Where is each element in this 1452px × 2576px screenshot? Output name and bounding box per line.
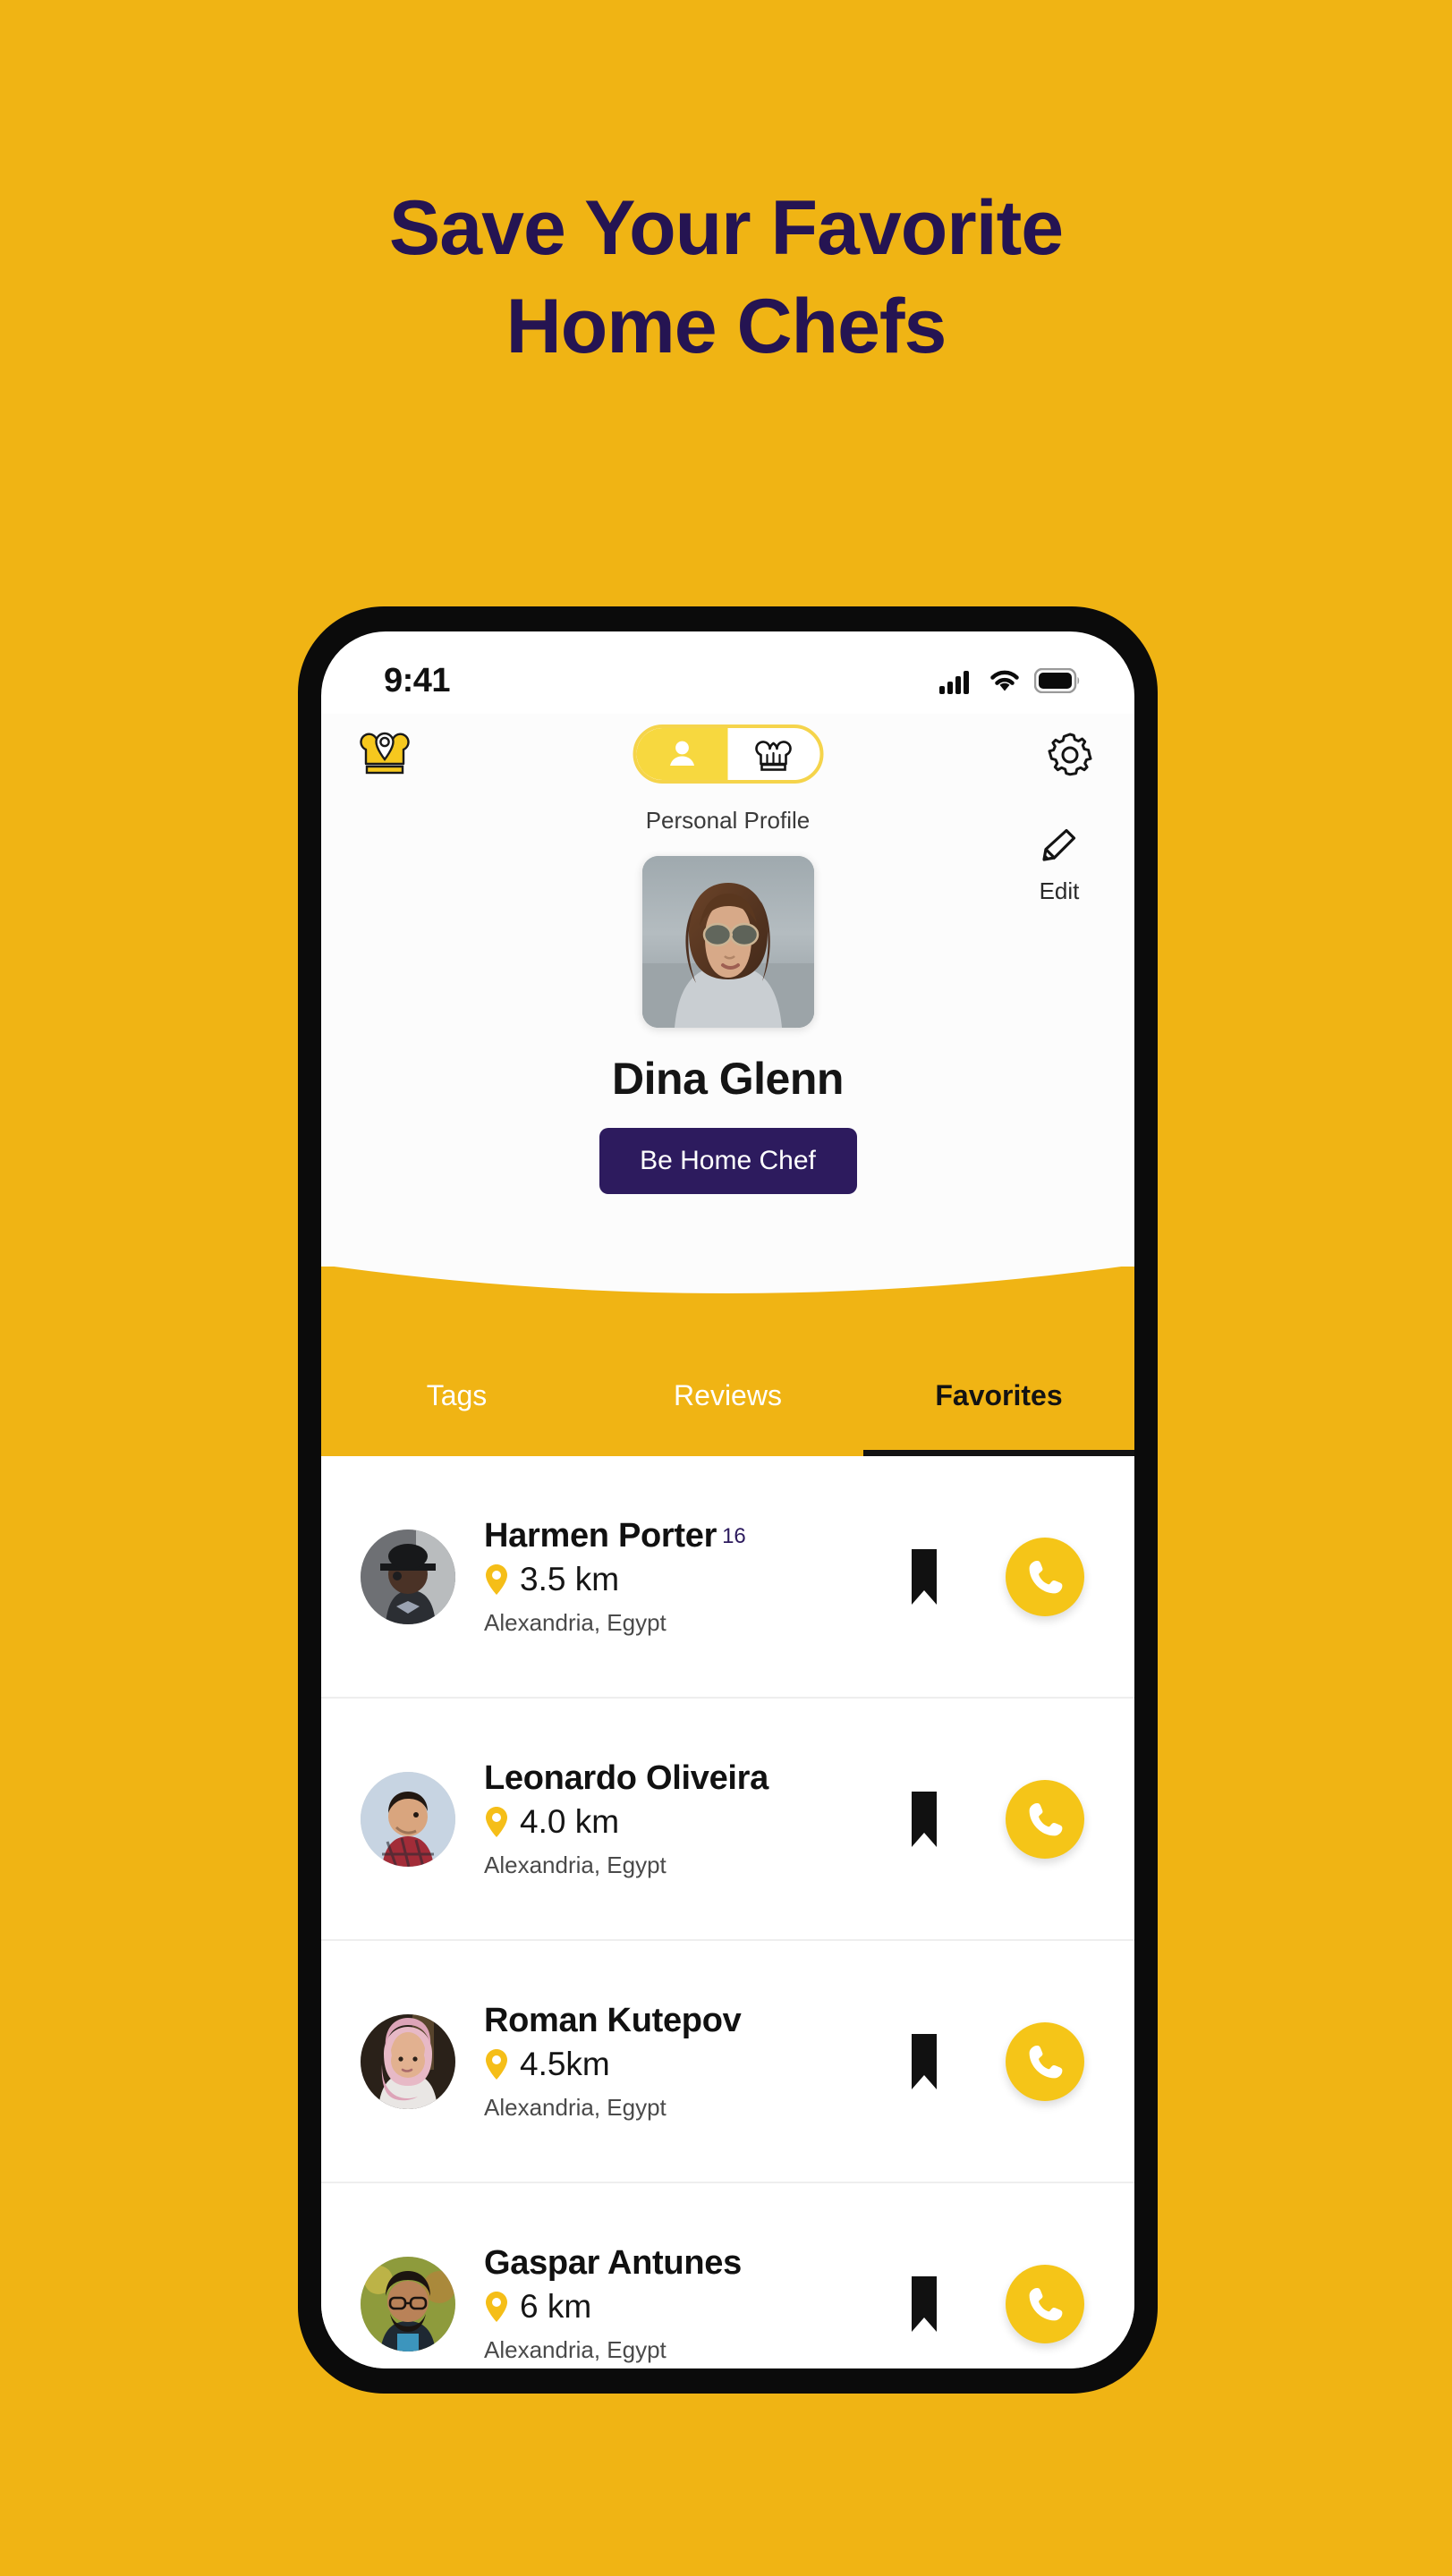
promo-headline-line1: Save Your Favorite — [388, 185, 1064, 271]
app-top-bar — [321, 714, 1134, 794]
location-pin-icon — [486, 1806, 507, 1837]
favorite-info: Harmen Porter 16 3.5 km Alexandria, Egypt — [484, 1517, 896, 1637]
bookmark-filled-icon — [912, 2033, 937, 2089]
profile-role-toggle[interactable] — [633, 724, 823, 784]
favorite-distance-text: 4.5km — [520, 2045, 610, 2082]
bookmark-button[interactable] — [896, 1547, 952, 1606]
call-button[interactable] — [1006, 2264, 1084, 2343]
favorite-name: Leonardo Oliveira — [484, 1758, 768, 1797]
pencil-icon — [1042, 828, 1076, 861]
favorite-distance-text: 6 km — [520, 2287, 592, 2325]
favorite-info: Roman Kutepov 4.5km Alexandria, Egypt — [484, 2002, 896, 2122]
favorite-info: Leonardo Oliveira 4.0 km Alexandria, Egy… — [484, 1759, 896, 1879]
location-pin-icon — [486, 2048, 507, 2080]
favorite-city: Alexandria, Egypt — [484, 2093, 667, 2121]
phone-icon — [1029, 1560, 1063, 1593]
phone-icon — [1029, 1802, 1063, 1835]
avatar-image — [641, 856, 814, 1028]
status-bar-icons — [939, 667, 1081, 694]
bookmark-filled-icon — [912, 1548, 937, 1605]
bookmark-button[interactable] — [896, 1790, 952, 1849]
favorite-row[interactable]: Gaspar Antunes 6 km Alexandria, Egypt — [321, 2183, 1134, 2368]
favorite-distance-text: 4.0 km — [520, 1802, 620, 1840]
edit-profile-button[interactable]: Edit — [1023, 823, 1095, 905]
profile-section: Personal Profile Edit Dina Glenn Be Home… — [321, 714, 1134, 1324]
favorite-distance: 4.0 km — [484, 1803, 896, 1841]
toggle-option-personal[interactable] — [636, 728, 728, 780]
avatar — [361, 1771, 455, 1867]
tabs-section: Tags Reviews Favorites — [321, 1265, 1134, 1456]
favorite-name: Roman Kutepov — [484, 2001, 742, 2039]
avatar — [361, 2256, 455, 2351]
chef-hat-icon — [755, 741, 793, 771]
call-button[interactable] — [1006, 2021, 1084, 2101]
tab-reviews[interactable]: Reviews — [592, 1343, 863, 1456]
phone-frame: 9:41 Personal Profile Edit Dina Glenn Be… — [298, 606, 1158, 2394]
avatar-image — [361, 1771, 455, 1867]
person-icon — [669, 741, 694, 766]
phone-icon — [1029, 2045, 1063, 2078]
tab-bar: Tags Reviews Favorites — [321, 1343, 1134, 1456]
bookmark-button[interactable] — [896, 2032, 952, 2091]
favorite-city: Alexandria, Egypt — [484, 2335, 667, 2363]
location-pin-icon — [486, 1563, 507, 1595]
bookmark-filled-icon — [912, 1791, 937, 1847]
profile-mode-label: Personal Profile — [645, 807, 811, 834]
battery-full-icon — [1034, 668, 1080, 693]
bookmark-filled-icon — [912, 2275, 937, 2332]
call-button[interactable] — [1006, 1537, 1084, 1616]
favorite-row[interactable]: Roman Kutepov 4.5km Alexandria, Egypt — [321, 1941, 1134, 2183]
tab-favorites[interactable]: Favorites — [863, 1343, 1134, 1456]
settings-button[interactable] — [1041, 726, 1099, 784]
profile-avatar — [641, 856, 814, 1028]
favorite-row[interactable]: Harmen Porter 16 3.5 km Alexandria, Egypt — [321, 1456, 1134, 1699]
call-button[interactable] — [1006, 1779, 1084, 1859]
favorite-name: Harmen Porter — [484, 1516, 718, 1555]
favorite-name: Gaspar Antunes — [484, 2243, 742, 2282]
gear-icon — [1048, 733, 1092, 776]
phone-icon — [1029, 2287, 1063, 2320]
bookmark-button[interactable] — [896, 2275, 952, 2334]
favorites-list: Harmen Porter 16 3.5 km Alexandria, Egypt — [321, 1456, 1134, 2368]
avatar-image — [361, 1529, 455, 1624]
avatar-image — [361, 2256, 455, 2351]
wifi-icon — [990, 670, 1019, 691]
avatar — [361, 1529, 455, 1624]
toggle-option-chef[interactable] — [728, 728, 820, 780]
cellular-signal-icon — [939, 671, 969, 694]
favorite-city: Alexandria, Egypt — [484, 1851, 667, 1878]
promo-headline: Save Your Favorite Home Chefs — [0, 179, 1452, 376]
favorite-badge: 16 — [722, 1523, 746, 1548]
profile-name: Dina Glenn — [612, 1054, 844, 1104]
chef-hat-pin-logo-icon — [360, 732, 410, 775]
favorite-distance: 4.5km — [484, 2046, 896, 2083]
favorite-city: Alexandria, Egypt — [484, 1608, 667, 1636]
phone-screen: 9:41 Personal Profile Edit Dina Glenn Be… — [321, 631, 1134, 2368]
edit-profile-label: Edit — [1039, 877, 1080, 904]
app-logo-button[interactable] — [355, 726, 414, 785]
curved-divider — [321, 1265, 1134, 1293]
favorite-distance-text: 3.5 km — [520, 1560, 620, 1597]
favorite-row[interactable]: Leonardo Oliveira 4.0 km Alexandria, Egy… — [321, 1699, 1134, 1941]
location-pin-icon — [486, 2291, 507, 2322]
status-bar: 9:41 — [321, 631, 1134, 714]
be-home-chef-button[interactable]: Be Home Chef — [599, 1128, 857, 1194]
avatar — [361, 2013, 455, 2109]
promo-headline-line2: Home Chefs — [505, 284, 947, 370]
favorite-distance: 6 km — [484, 2288, 896, 2326]
favorite-distance: 3.5 km — [484, 1561, 896, 1598]
status-bar-time: 9:41 — [384, 661, 451, 699]
favorite-info: Gaspar Antunes 6 km Alexandria, Egypt — [484, 2244, 896, 2364]
tab-tags[interactable]: Tags — [321, 1343, 592, 1456]
avatar-image — [361, 2013, 455, 2109]
